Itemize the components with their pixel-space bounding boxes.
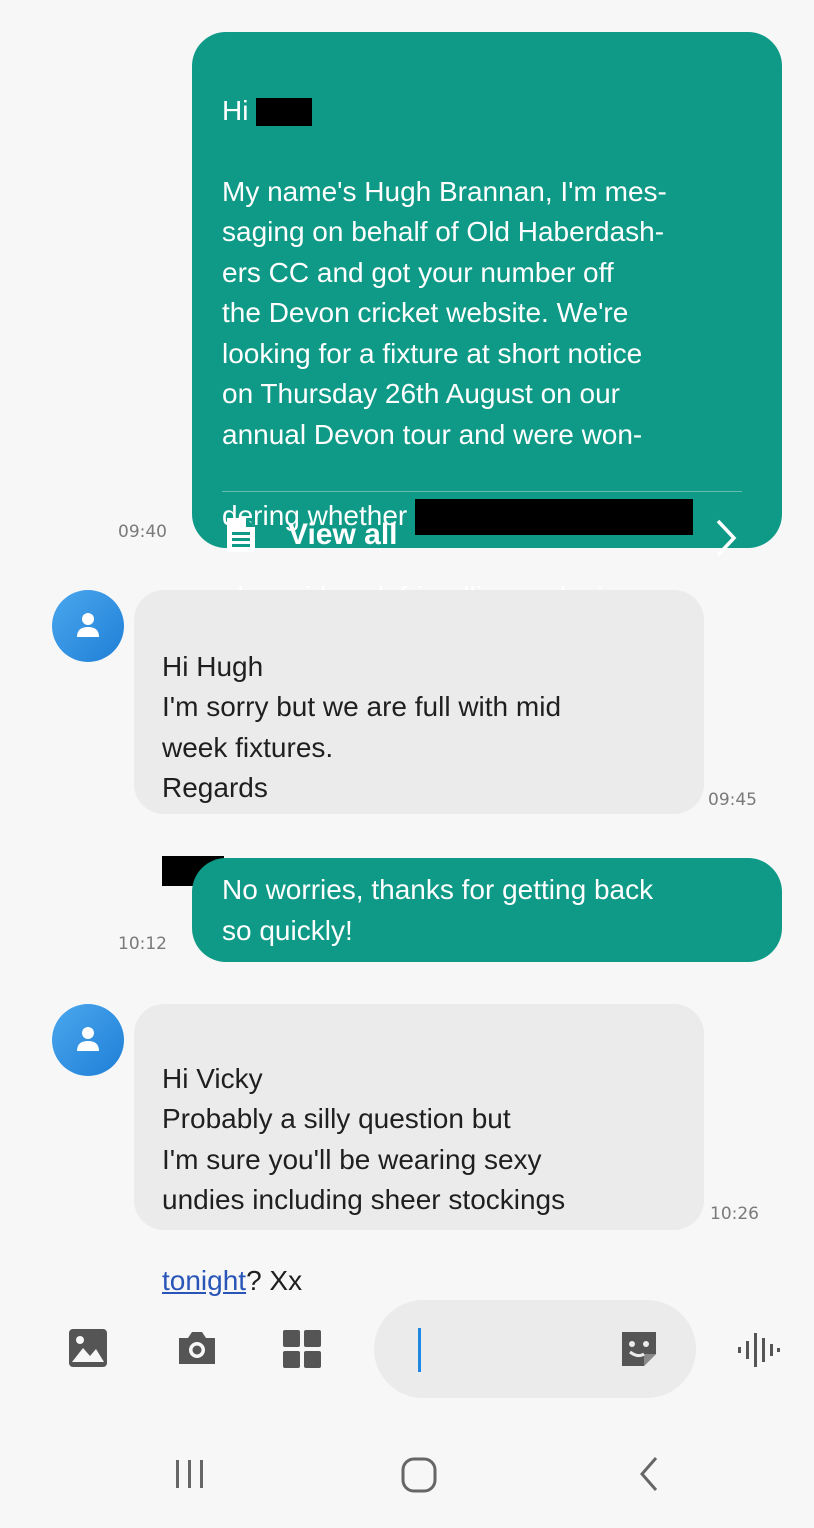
timestamp: 10:12 xyxy=(118,934,167,954)
timestamp: 09:40 xyxy=(118,522,167,542)
contact-avatar[interactable] xyxy=(52,590,124,662)
incoming-message-bubble[interactable]: Hi Hugh I'm sorry but we are full with m… xyxy=(134,590,704,886)
contact-avatar[interactable] xyxy=(52,1004,124,1076)
document-icon xyxy=(224,516,258,559)
back-button[interactable] xyxy=(636,1454,662,1499)
sticker-icon xyxy=(622,1332,656,1366)
voice-button[interactable] xyxy=(736,1330,780,1375)
chevron-right-icon xyxy=(714,518,738,563)
home-button[interactable] xyxy=(400,1456,438,1499)
incoming-message-bubble[interactable]: Hi Vicky Probably a silly question but I… xyxy=(134,1004,704,1296)
sticker-button[interactable] xyxy=(618,1328,660,1375)
camera-button[interactable] xyxy=(176,1330,218,1371)
gallery-icon xyxy=(69,1329,107,1367)
home-icon xyxy=(401,1457,437,1493)
back-icon xyxy=(640,1457,658,1491)
view-all-button[interactable]: View all xyxy=(222,508,752,568)
divider xyxy=(222,491,742,492)
person-icon xyxy=(77,1027,99,1051)
apps-button[interactable] xyxy=(282,1329,322,1374)
message-input[interactable] xyxy=(374,1300,696,1398)
view-all-label: View all xyxy=(288,518,398,551)
person-icon xyxy=(77,613,99,637)
text-cursor xyxy=(418,1328,421,1372)
timestamp: 10:26 xyxy=(710,1204,759,1224)
apps-icon xyxy=(283,1330,321,1368)
redacted-name xyxy=(256,98,313,127)
outgoing-message-bubble[interactable]: Hi My name's Hugh Brannan, I'm mes- sagi… xyxy=(192,32,782,612)
date-link[interactable]: tonight xyxy=(162,1265,246,1296)
recent-apps-button[interactable] xyxy=(172,1458,208,1495)
message-text: No worries, thanks for getting back so q… xyxy=(222,874,654,946)
camera-icon xyxy=(179,1332,215,1364)
message-field[interactable] xyxy=(424,1328,608,1372)
recents-icon xyxy=(176,1460,203,1488)
gallery-button[interactable] xyxy=(68,1328,108,1373)
timestamp: 09:45 xyxy=(708,790,757,810)
outgoing-message-bubble[interactable]: No worries, thanks for getting back so q… xyxy=(192,858,782,962)
message-text: Hi Vicky Probably a silly question but I… xyxy=(162,1062,566,1297)
voice-icon xyxy=(738,1333,780,1367)
